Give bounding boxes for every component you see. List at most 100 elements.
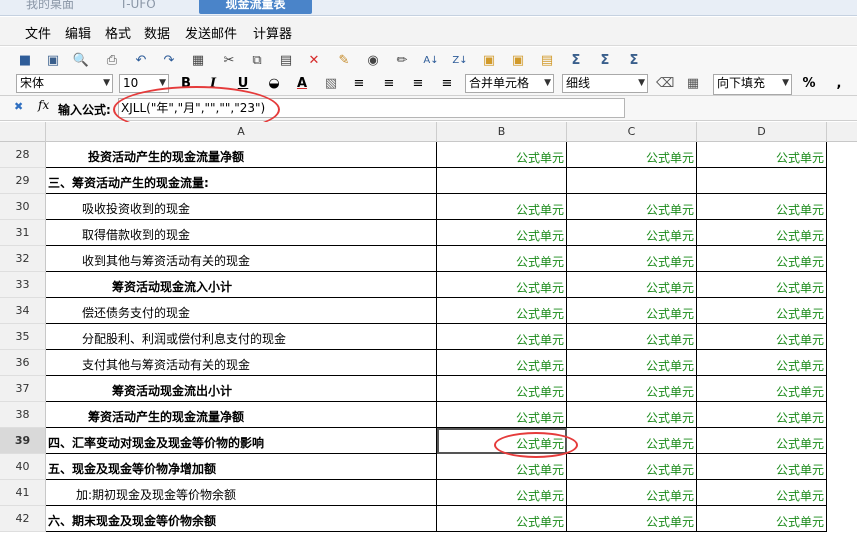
cell-d-formula[interactable]: 公式单元	[697, 324, 827, 350]
merge-cells-select[interactable]: 合并单元格 ▼	[465, 74, 554, 93]
menu-data[interactable]: 数据	[144, 23, 170, 42]
cell-c-formula[interactable]: 公式单元	[567, 350, 697, 376]
insert-icon[interactable]: ▣	[480, 51, 498, 69]
cell-d-formula[interactable]: 公式单元	[697, 194, 827, 220]
row-header[interactable]: 36	[0, 350, 46, 376]
cell-c-formula[interactable]: 公式单元	[567, 402, 697, 428]
cell-item-label[interactable]: 支付其他与筹资活动有关的现金	[46, 350, 437, 376]
cell-item-label[interactable]: 取得借款收到的现金	[46, 220, 437, 246]
cell-b-formula[interactable]: 公式单元	[437, 246, 567, 272]
comma-button[interactable]: ,	[830, 75, 848, 93]
cell-c-formula[interactable]: 公式单元	[567, 246, 697, 272]
eraser-icon[interactable]: ⌫	[656, 75, 674, 93]
column-header-d[interactable]: D	[697, 122, 827, 142]
font-select[interactable]: 宋体 ▼	[16, 74, 113, 93]
cell-c-formula[interactable]: 公式单元	[567, 324, 697, 350]
preview-icon[interactable]: ▣	[44, 51, 62, 69]
menu-calculator[interactable]: 计算器	[253, 23, 292, 42]
cell-d-formula[interactable]: 公式单元	[697, 220, 827, 246]
cell-item-label[interactable]: 吸收投资收到的现金	[46, 194, 437, 220]
cell-c-formula[interactable]: 公式单元	[567, 272, 697, 298]
pattern-icon[interactable]: ▧	[322, 75, 340, 93]
print-icon[interactable]: ⎙	[103, 51, 121, 69]
cell-b-formula[interactable]: 公式单元	[437, 298, 567, 324]
tab-cash-flow[interactable]: 现金流量表	[199, 0, 312, 14]
row-header[interactable]: 31	[0, 220, 46, 246]
cell-b-formula[interactable]	[437, 168, 567, 194]
grid-icon[interactable]: ▦	[189, 51, 207, 69]
clear-format-icon[interactable]: ✎	[335, 51, 353, 69]
row-header[interactable]: 40	[0, 454, 46, 480]
cell-item-label[interactable]: 三、筹资活动产生的现金流量:	[46, 168, 437, 194]
cell-c-formula[interactable]: 公式单元	[567, 376, 697, 402]
cell-d-formula[interactable]: 公式单元	[697, 350, 827, 376]
cell-b-formula[interactable]: 公式单元	[437, 324, 567, 350]
cell-c-formula[interactable]	[567, 168, 697, 194]
row-header[interactable]: 35	[0, 324, 46, 350]
cell-c-formula[interactable]: 公式单元	[567, 506, 697, 532]
row-header[interactable]: 33	[0, 272, 46, 298]
cell-b-formula[interactable]: 公式单元	[437, 506, 567, 532]
cancel-icon[interactable]: ✖	[14, 100, 23, 113]
delete-icon[interactable]: ✕	[305, 51, 323, 69]
fill-color-icon[interactable]: ◒	[265, 75, 283, 93]
cell-item-label[interactable]: 五、现金及现金等价物净增加额	[46, 454, 437, 480]
tab-my-desktop[interactable]: 我的桌面	[18, 0, 82, 14]
menu-file[interactable]: 文件	[25, 23, 51, 42]
row-header[interactable]: 38	[0, 402, 46, 428]
cell-d-formula[interactable]: 公式单元	[697, 298, 827, 324]
row-header[interactable]: 30	[0, 194, 46, 220]
cell-d-formula[interactable]: 公式单元	[697, 246, 827, 272]
font-color-icon[interactable]: A	[293, 75, 311, 93]
cell-item-label[interactable]: 偿还债务支付的现金	[46, 298, 437, 324]
cell-d-formula[interactable]: 公式单元	[697, 272, 827, 298]
find-icon[interactable]: ◉	[364, 51, 382, 69]
justify-icon[interactable]: ≡	[438, 75, 456, 93]
fill-down-select[interactable]: 向下填充 ▼	[713, 74, 792, 95]
cell-item-label[interactable]: 四、汇率变动对现金及现金等价物的影响	[46, 428, 437, 454]
replace-icon[interactable]: ✏	[393, 51, 411, 69]
row-header[interactable]: 28	[0, 142, 46, 168]
align-right-icon[interactable]: ≡	[409, 75, 427, 93]
cell-b-formula[interactable]: 公式单元	[437, 272, 567, 298]
cell-b-formula[interactable]: 公式单元	[437, 376, 567, 402]
cell-d-formula[interactable]: 公式单元	[697, 428, 827, 454]
cell-item-label[interactable]: 筹资活动产生的现金流量净额	[46, 402, 437, 428]
cell-d-formula[interactable]	[697, 168, 827, 194]
cell-c-formula[interactable]: 公式单元	[567, 220, 697, 246]
cell-item-label[interactable]: 筹资活动现金流出小计	[46, 376, 437, 402]
tab-t-ufo[interactable]: T-UFO	[112, 0, 164, 14]
redo-icon[interactable]: ↷	[160, 51, 178, 69]
sort-ascending-icon[interactable]: A↓	[422, 51, 440, 69]
cell-d-formula[interactable]: 公式单元	[697, 480, 827, 506]
column-header-b[interactable]: B	[437, 122, 567, 142]
sum-row-icon[interactable]: Σ	[596, 51, 614, 69]
cell-item-label[interactable]: 加:期初现金及现金等价物余额	[46, 480, 437, 506]
sum-icon[interactable]: Σ	[567, 51, 585, 69]
cell-d-formula[interactable]: 公式单元	[697, 454, 827, 480]
cell-b-formula[interactable]: 公式单元	[437, 142, 567, 168]
print-preview-icon[interactable]: 🔍	[72, 51, 90, 69]
menu-edit[interactable]: 编辑	[65, 23, 91, 42]
paste-icon[interactable]: ▤	[277, 51, 295, 69]
row-header[interactable]: 39	[0, 428, 46, 454]
cell-c-formula[interactable]: 公式单元	[567, 194, 697, 220]
menu-format[interactable]: 格式	[105, 23, 131, 42]
cell-b-formula[interactable]: 公式单元	[437, 454, 567, 480]
menu-send-mail[interactable]: 发送邮件	[185, 23, 237, 42]
align-center-icon[interactable]: ≡	[380, 75, 398, 93]
sort-descending-icon[interactable]: Z↓	[451, 51, 469, 69]
cell-c-formula[interactable]: 公式单元	[567, 142, 697, 168]
row-header[interactable]: 32	[0, 246, 46, 272]
cell-item-label[interactable]: 收到其他与筹资活动有关的现金	[46, 246, 437, 272]
column-header-a[interactable]: A	[46, 122, 437, 142]
cell-b-formula[interactable]: 公式单元	[437, 220, 567, 246]
borders-icon[interactable]: ▦	[684, 75, 702, 93]
row-header[interactable]: 34	[0, 298, 46, 324]
save-icon[interactable]: ■	[16, 51, 34, 69]
corner-cell[interactable]	[0, 122, 46, 142]
cell-c-formula[interactable]: 公式单元	[567, 428, 697, 454]
sum-column-icon[interactable]: Σ	[625, 51, 643, 69]
cell-item-label[interactable]: 分配股利、利润或偿付利息支付的现金	[46, 324, 437, 350]
cell-c-formula[interactable]: 公式单元	[567, 298, 697, 324]
